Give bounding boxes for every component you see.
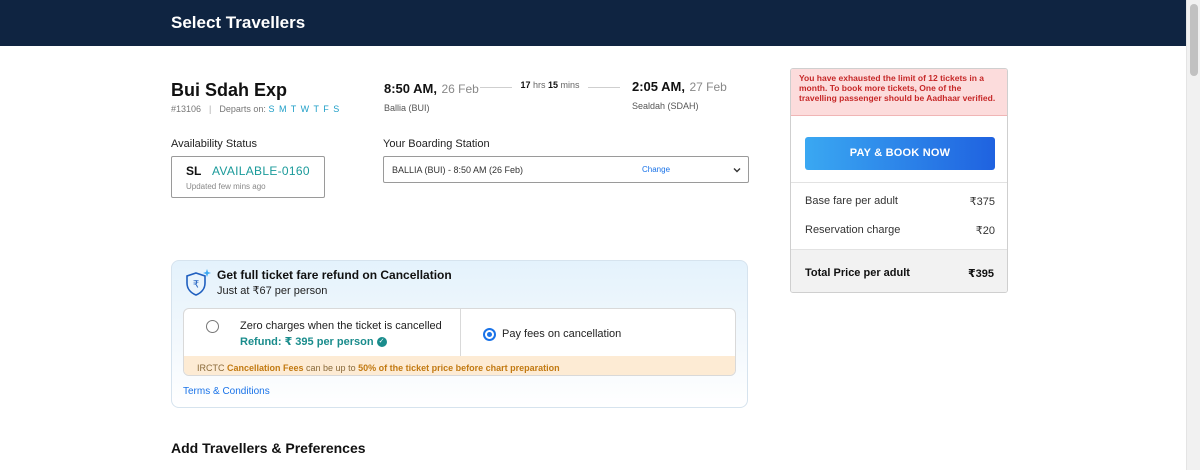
- check-circle-icon: ✓: [376, 337, 387, 348]
- pay-fees-text: Pay fees on cancellation: [502, 328, 622, 340]
- refund-option-zero-charges[interactable]: Zero charges when the ticket is cancelle…: [184, 309, 460, 356]
- terms-link[interactable]: Terms & Conditions: [183, 386, 270, 397]
- running-days: S M T W T F S: [268, 104, 341, 114]
- fee-note-middle: can be up to: [303, 363, 359, 373]
- svg-text:₹: ₹: [193, 280, 199, 291]
- refund-amount: Refund: ₹ 395 per person: [240, 336, 374, 348]
- class-code: SL: [186, 164, 202, 178]
- reservation-charge-label: Reservation charge: [805, 224, 901, 236]
- total-price-row: Total Price per adult ₹395: [791, 249, 1007, 292]
- arrival-info: 2:05 AM, 27 Feb Sealdah (SDAH): [632, 78, 727, 111]
- boarding-station-value: BALLIA (BUI) - 8:50 AM (26 Feb): [392, 165, 524, 175]
- reservation-charge-amount: ₹20: [975, 225, 995, 237]
- panel-divider: [791, 182, 1007, 183]
- duration-line-left: [480, 87, 512, 88]
- add-travellers-heading: Add Travellers & Preferences: [171, 440, 366, 456]
- boarding-station-label: Your Boarding Station: [383, 138, 490, 150]
- refund-amount-text: Refund: ₹ 395 per person ✓: [240, 335, 387, 348]
- payment-panel: You have exhausted the limit of 12 ticke…: [790, 68, 1008, 293]
- arrival-station: Sealdah (SDAH): [632, 101, 699, 111]
- duration-line-right: [588, 87, 620, 88]
- shield-rupee-icon: ₹: [186, 269, 211, 296]
- fee-note-bold1: Cancellation Fees: [227, 363, 304, 373]
- ticket-limit-warning: You have exhausted the limit of 12 ticke…: [791, 69, 1007, 116]
- departure-date: 26 Feb: [441, 82, 479, 96]
- cancellation-fee-note: IRCTC Cancellation Fees can be up to 50%…: [184, 356, 735, 375]
- journey-duration: 17 hrs 15 mins: [480, 80, 620, 90]
- duration-hours: 17: [520, 80, 531, 90]
- boarding-station-select[interactable]: BALLIA (BUI) - 8:50 AM (26 Feb) Change: [383, 156, 749, 183]
- arrival-time: 2:05 AM,: [632, 79, 685, 94]
- page-title: Select Travellers: [171, 13, 306, 32]
- refund-subtitle: Just at ₹67 per person: [217, 285, 328, 297]
- departure-info: 8:50 AM, 26 Feb Ballia (BUI): [384, 80, 479, 113]
- availability-updated: Updated few mins ago: [186, 182, 266, 191]
- duration-mins: 15: [548, 80, 559, 90]
- availability-box: SL AVAILABLE-0160 Updated few mins ago: [171, 156, 325, 198]
- fare-row-base: Base fare per adult ₹375: [805, 195, 995, 208]
- pay-book-now-button[interactable]: PAY & BOOK NOW: [805, 137, 995, 170]
- train-name: Bui Sdah Exp: [171, 80, 288, 100]
- fee-note-prefix: IRCTC: [197, 363, 227, 373]
- fare-row-reservation: Reservation charge ₹20: [805, 224, 995, 237]
- zero-charges-radio[interactable]: [206, 320, 219, 333]
- refund-option-pay-fees[interactable]: Pay fees on cancellation: [461, 309, 735, 356]
- base-fare-amount: ₹375: [969, 196, 995, 208]
- availability-label: Availability Status: [171, 138, 258, 150]
- total-price-label: Total Price per adult: [805, 267, 910, 279]
- refund-options: Zero charges when the ticket is cancelle…: [183, 308, 736, 376]
- boarding-change-link[interactable]: Change: [642, 165, 670, 174]
- duration-mins-unit: mins: [560, 80, 580, 90]
- departs-label: Departs on:: [219, 104, 266, 114]
- departure-time: 8:50 AM,: [384, 81, 437, 96]
- meta-separator: |: [209, 104, 212, 114]
- total-price-amount: ₹395: [967, 268, 994, 280]
- availability-status: AVAILABLE-0160: [212, 164, 310, 178]
- chevron-down-icon: [733, 168, 741, 173]
- scrollbar-thumb[interactable]: [1190, 4, 1198, 76]
- page-scrollbar[interactable]: [1186, 0, 1200, 470]
- base-fare-label: Base fare per adult: [805, 195, 898, 207]
- train-number: #13106: [171, 104, 202, 114]
- duration-hours-unit: hrs: [532, 80, 546, 90]
- pay-fees-radio[interactable]: [483, 328, 496, 341]
- train-meta: #13106 | Departs on: S M T W T F S: [171, 104, 340, 114]
- top-header-bar: Select Travellers: [0, 0, 1186, 46]
- arrival-date: 27 Feb: [689, 80, 727, 94]
- fee-note-bold2: 50% of the ticket price before chart pre…: [358, 363, 560, 373]
- refund-title: Get full ticket fare refund on Cancellat…: [217, 268, 452, 282]
- departure-station: Ballia (BUI): [384, 103, 430, 113]
- zero-charges-text: Zero charges when the ticket is cancelle…: [240, 320, 442, 332]
